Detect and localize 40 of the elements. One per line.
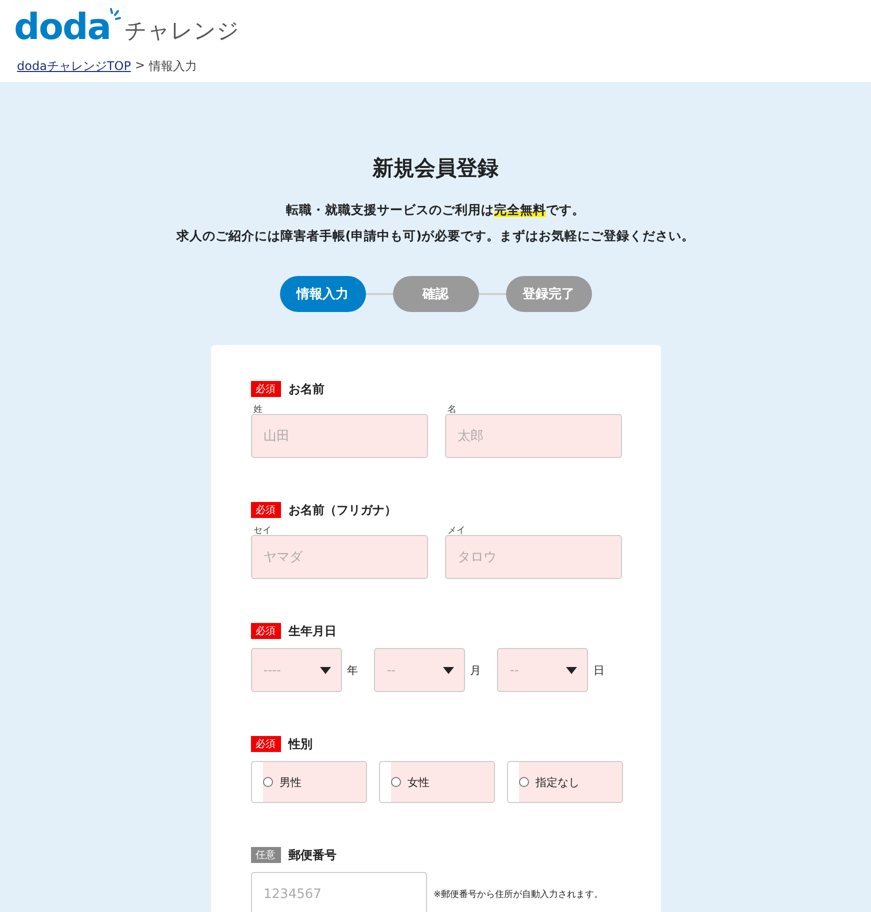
hint-text: ※郵便番号から住所が自動入力されます。 (434, 888, 604, 900)
progress-step: 情報入力 (280, 276, 366, 312)
field-label: 生年月日 (288, 622, 336, 640)
field-caption: 名 (448, 404, 458, 414)
text-input[interactable]: タロウ (444, 535, 622, 579)
text-input[interactable]: 太郎 (444, 414, 622, 458)
breadcrumb-separator: > (134, 58, 146, 74)
caret-icon (566, 666, 578, 674)
requirement-badge: 必須 (250, 736, 280, 752)
field-caption: メイ (448, 525, 466, 535)
field-caption: セイ (254, 525, 272, 535)
requirement-badge: 必須 (250, 623, 280, 639)
breadcrumb-current: 情報入力 (149, 58, 198, 75)
breadcrumb-link[interactable]: dodaチャレンジTOP (17, 58, 131, 75)
radio-option[interactable]: 指定なし (506, 761, 622, 803)
unit-label: 月 (470, 662, 482, 678)
logo-wordmark[interactable]: doda (14, 10, 111, 46)
caret-icon (320, 666, 331, 674)
progress-step: 確認 (392, 276, 478, 312)
text-input[interactable]: 山田 (250, 414, 428, 458)
field-label: お名前（フリガナ） (288, 502, 396, 518)
spark-icon (108, 8, 121, 22)
unit-label: 年 (346, 662, 358, 678)
field-caption: 姓 (254, 404, 264, 414)
intro-text: 求人のご紹介には障害者手帳(申請中も可)が必要です。まずはお気軽にご登録ください。 (176, 228, 695, 245)
progress-step: 登録完了 (506, 276, 592, 312)
requirement-badge: 必須 (250, 381, 280, 397)
unit-label: 日 (593, 662, 604, 678)
text-input[interactable]: ヤマダ (250, 535, 428, 579)
caret-icon (443, 666, 454, 674)
requirement-badge: 必須 (250, 502, 280, 518)
field-label: お名前 (288, 380, 324, 398)
requirement-badge: 任意 (250, 847, 280, 863)
logo-suffix: チャレンジ (124, 18, 240, 46)
field-label: 郵便番号 (288, 846, 336, 864)
postal-code-input[interactable]: 1234567 (250, 872, 426, 912)
page-title: 新規会員登録 (372, 155, 498, 182)
field-label: 性別 (288, 736, 312, 752)
radio-option[interactable]: 男性 (250, 761, 366, 803)
radio-option[interactable]: 女性 (378, 761, 494, 803)
